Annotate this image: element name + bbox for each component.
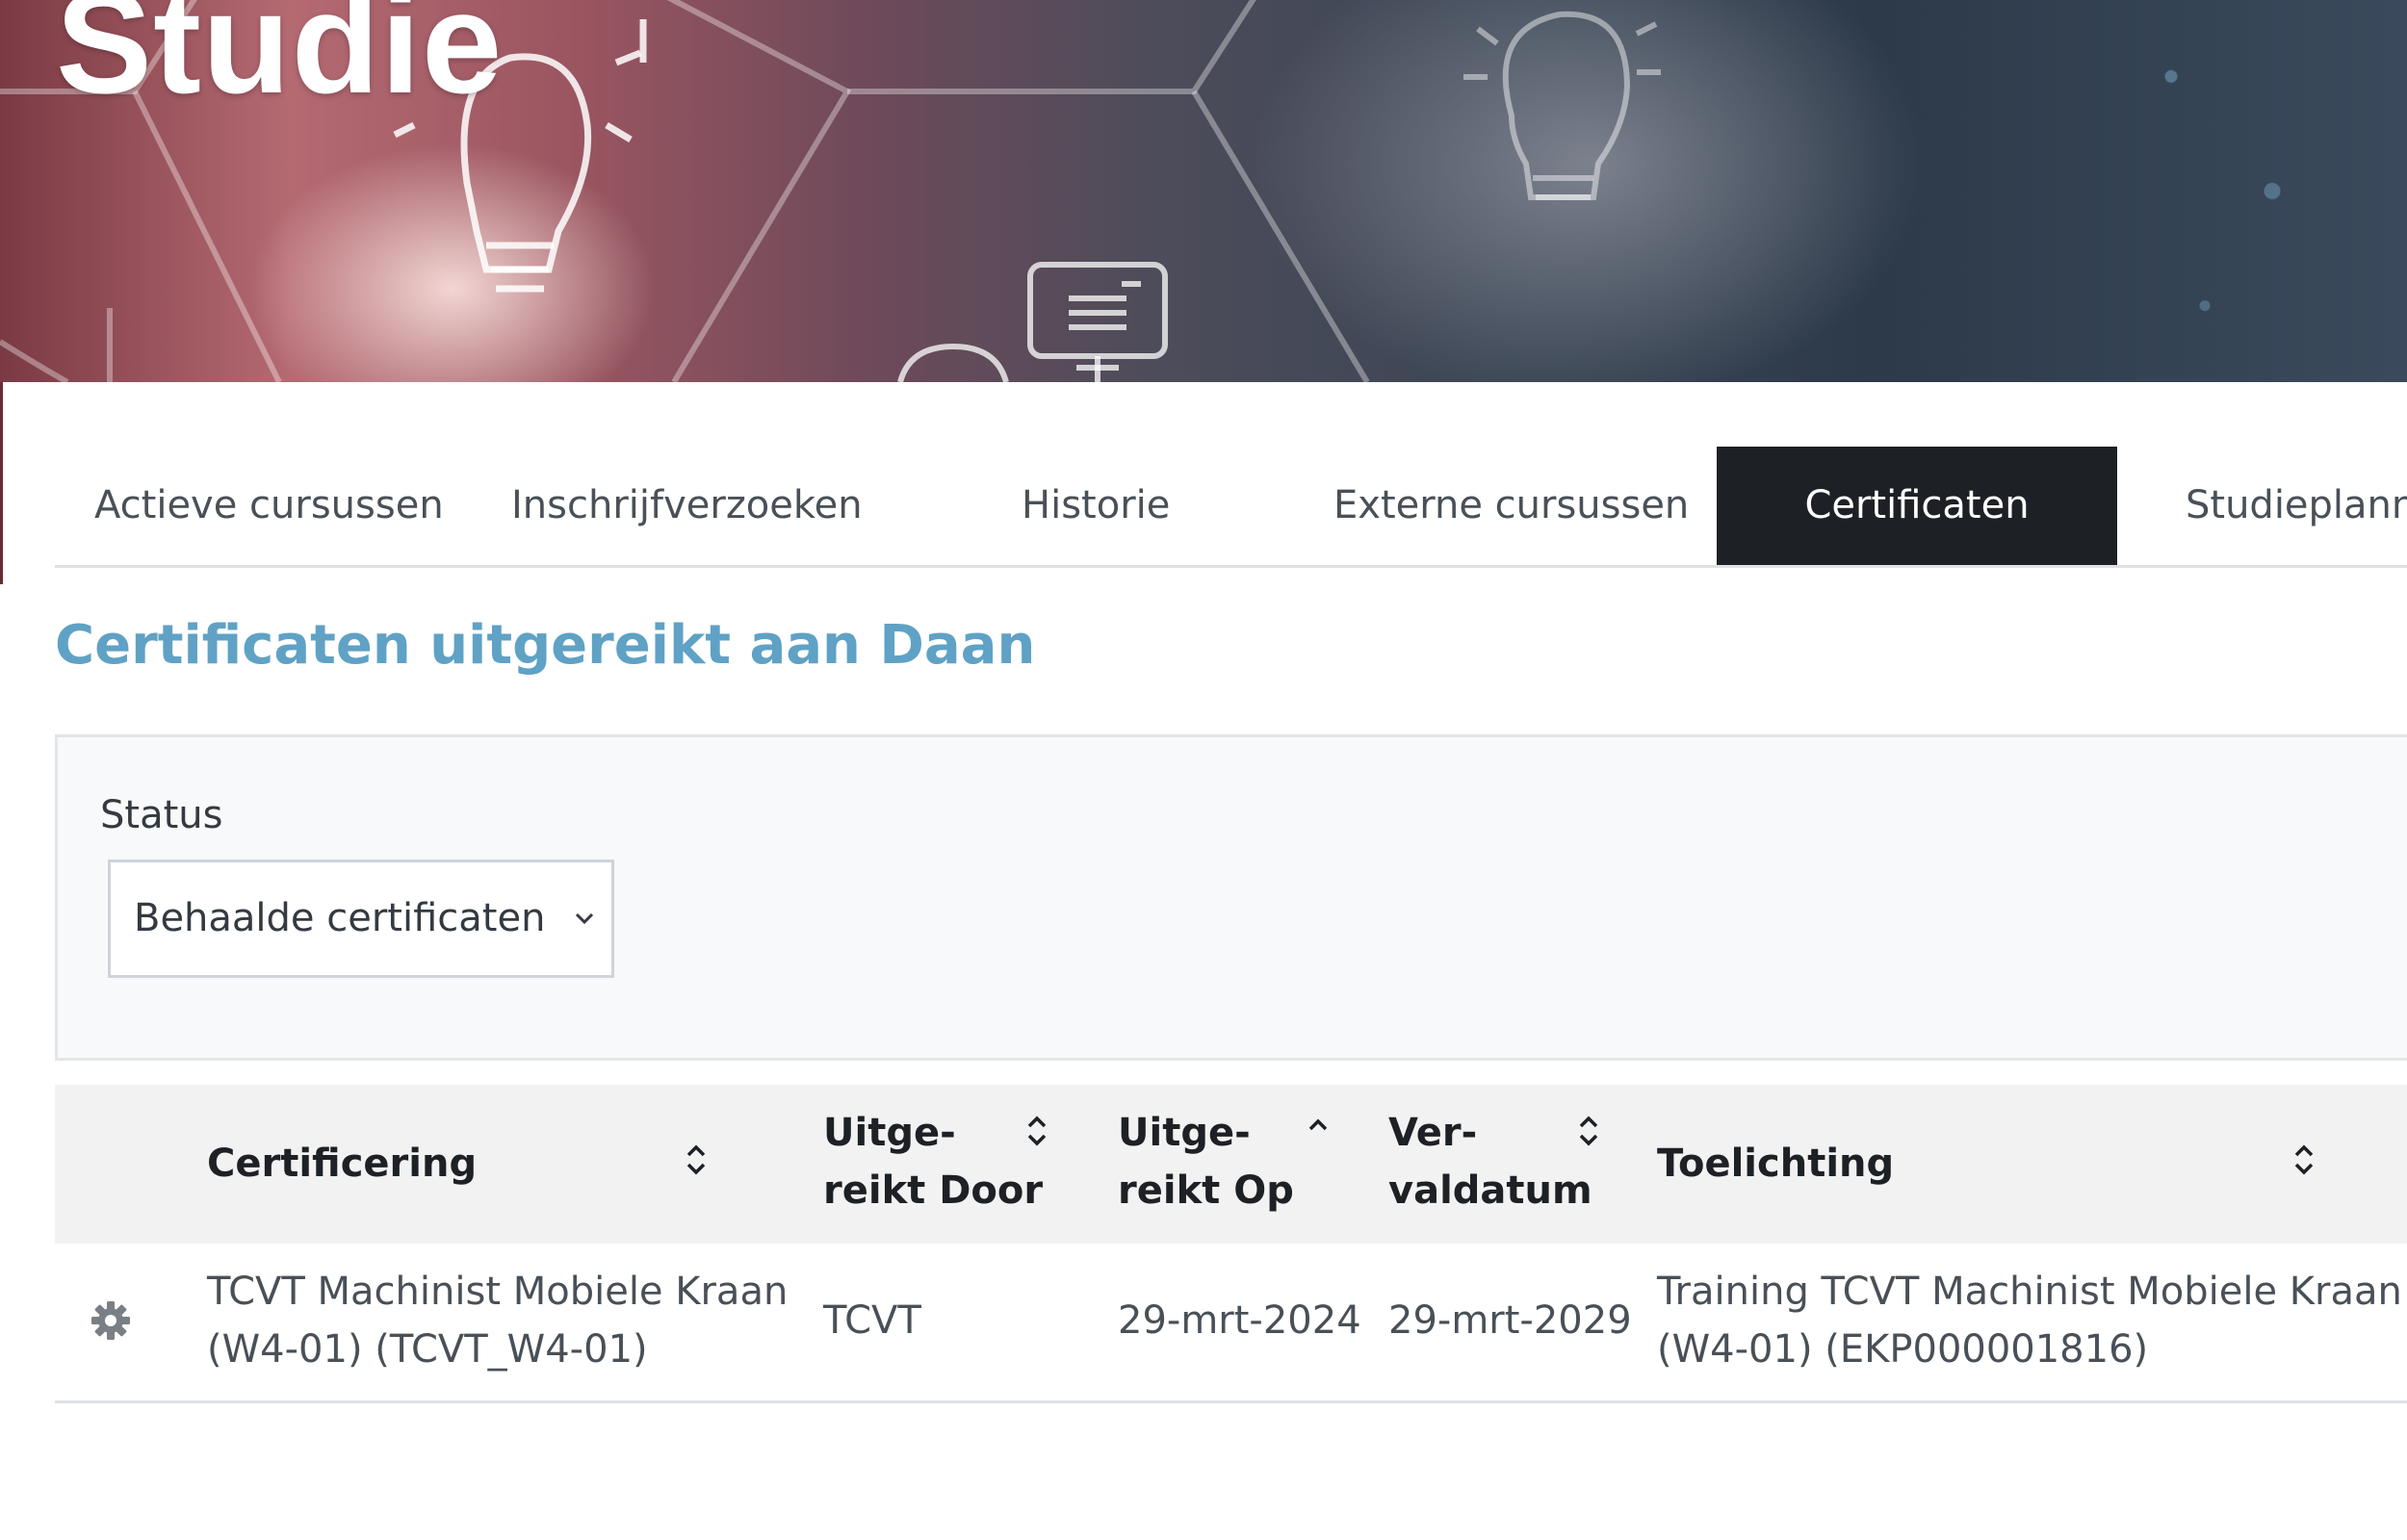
- sort-both-icon[interactable]: [685, 1141, 708, 1179]
- table-header: Certificering Uitge- reikt Door Uitge- r…: [55, 1085, 2407, 1244]
- lightbulb-icon-right: [1463, 11, 1661, 200]
- cell-uitgereikt-door: TCVT: [823, 1298, 921, 1343]
- cell-uitgereikt-op: 29-mrt-2024: [1118, 1298, 1361, 1343]
- gear-icon[interactable]: [90, 1299, 132, 1342]
- status-select-value: Behaalde certificaten: [134, 896, 546, 940]
- tab-bar: Actieve cursussen Inschrijfverzoeken His…: [55, 447, 2407, 568]
- column-header-uitgereikt-op[interactable]: Uitge- reikt Op: [1118, 1104, 1294, 1219]
- tab-inschrijfverzoeken[interactable]: Inschrijfverzoeken: [511, 447, 863, 565]
- monitor-icon: [897, 262, 1168, 382]
- header-banner: Studie: [0, 0, 2407, 382]
- sort-both-icon[interactable]: [1577, 1112, 1600, 1150]
- tab-historie[interactable]: Historie: [1022, 447, 1170, 565]
- page-title: Certificaten uitgereikt aan Daan: [55, 614, 1036, 677]
- cell-toelichting: Training TCVT Machinist Mobiele Kraan (W…: [1657, 1270, 2402, 1372]
- chevron-down-icon: [575, 912, 594, 925]
- column-header-uitgereikt-door[interactable]: Uitge- reikt Door: [823, 1104, 1043, 1219]
- tab-externe-cursussen[interactable]: Externe cursussen: [1333, 447, 1689, 565]
- tab-certificaten[interactable]: Certificaten: [1717, 447, 2117, 565]
- table-row: TCVT Machinist Mobiele Kraan (W4-01) (TC…: [55, 1244, 2407, 1403]
- sort-ascending-icon[interactable]: [1307, 1114, 1330, 1137]
- left-accent-bar: [0, 382, 3, 584]
- tab-studieplanner[interactable]: Studieplann: [2186, 447, 2407, 565]
- banner-title: Studie: [56, 0, 504, 123]
- column-header-certificering[interactable]: Certificering: [207, 1135, 477, 1193]
- status-select[interactable]: Behaalde certificaten: [108, 860, 614, 978]
- sort-both-icon[interactable]: [2292, 1141, 2316, 1179]
- tab-actieve-cursussen[interactable]: Actieve cursussen: [94, 447, 444, 565]
- sort-both-icon[interactable]: [1025, 1112, 1048, 1150]
- column-header-vervaldatum[interactable]: Ver- valdatum: [1388, 1104, 1592, 1219]
- status-filter-label: Status: [100, 793, 223, 837]
- cell-vervaldatum: 29-mrt-2029: [1388, 1298, 1632, 1343]
- column-header-toelichting[interactable]: Toelichting: [1657, 1135, 1894, 1193]
- filter-panel: Status Behaalde certificaten: [55, 734, 2407, 1061]
- cell-certificering: TCVT Machinist Mobiele Kraan (W4-01) (TC…: [207, 1270, 789, 1372]
